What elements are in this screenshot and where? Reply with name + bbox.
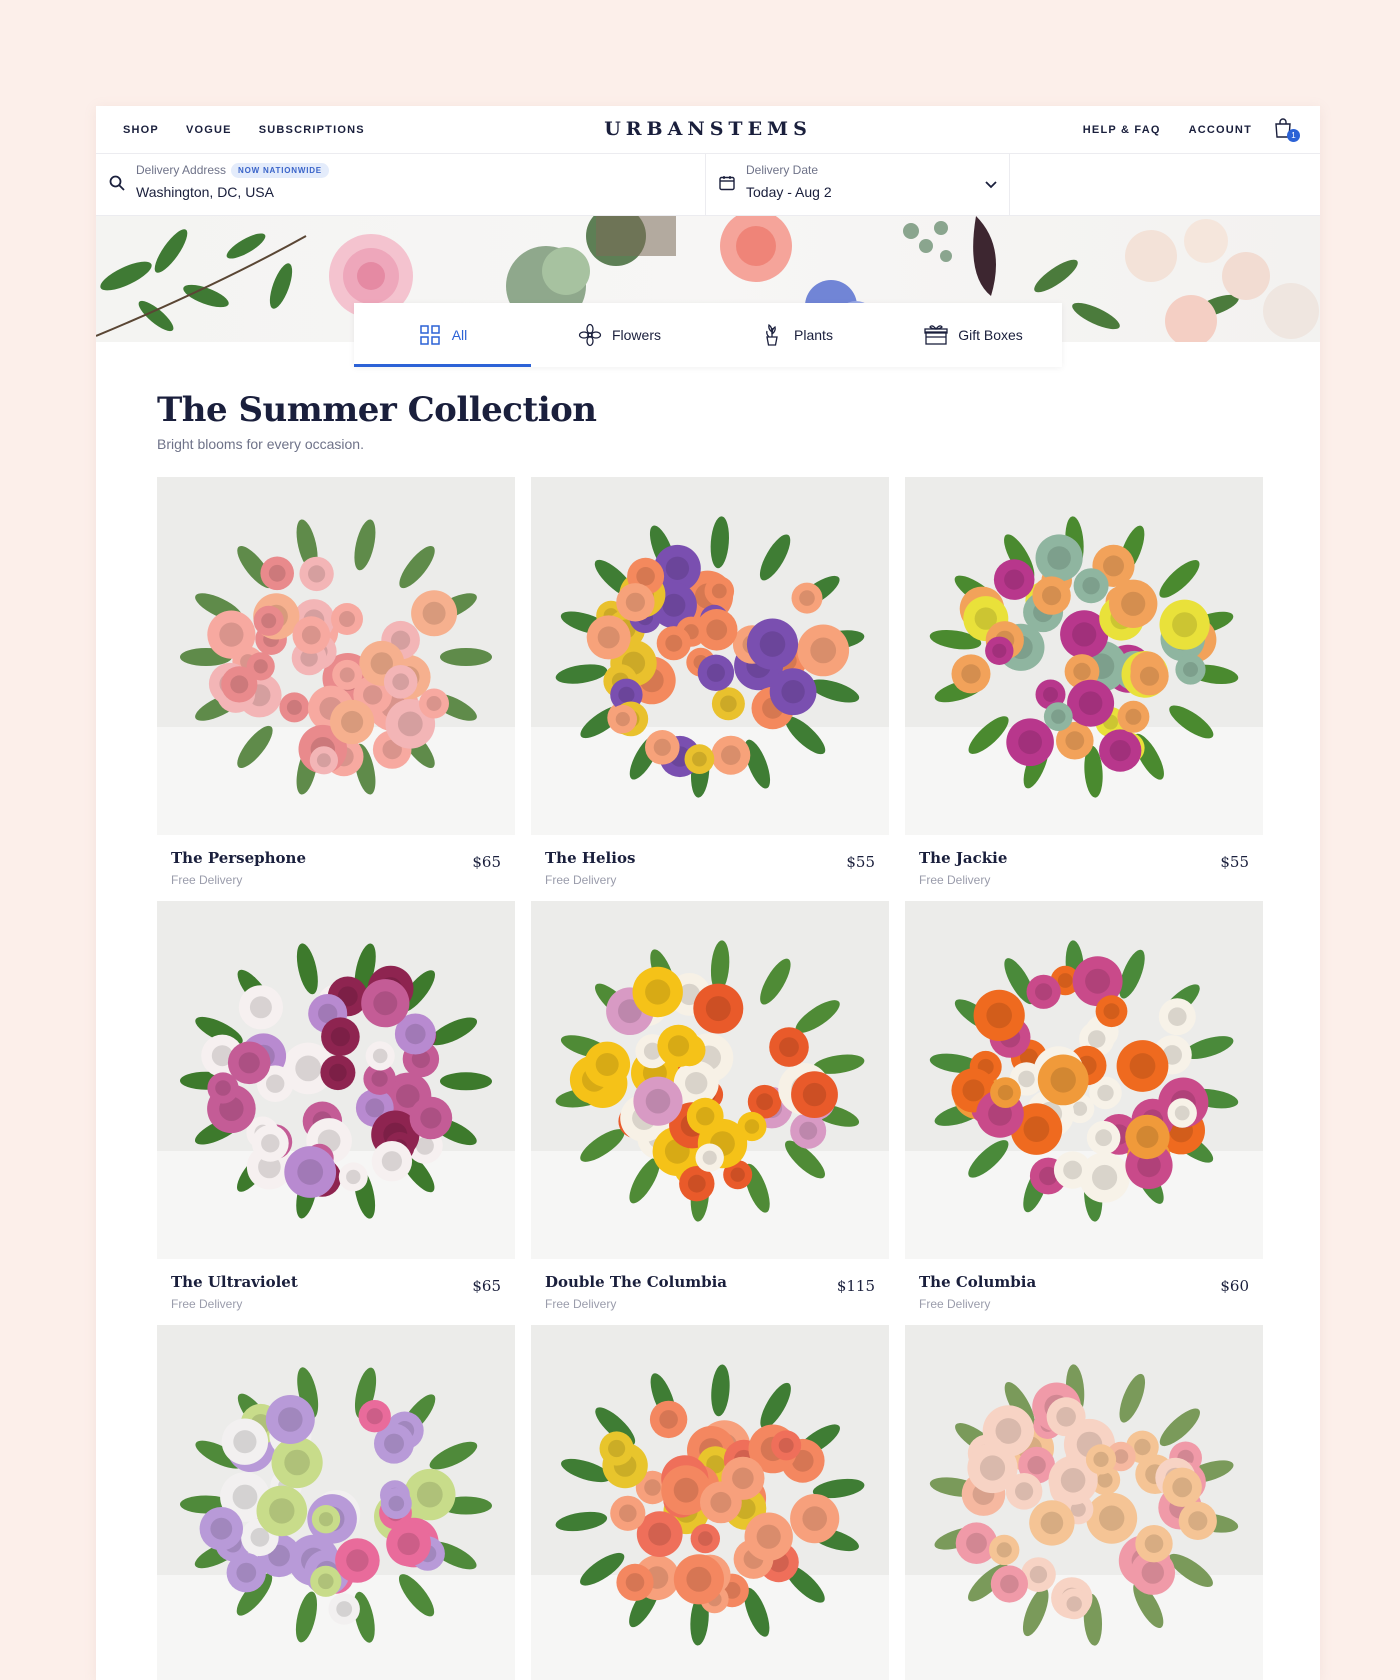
tab-flowers-label: Flowers [611, 327, 661, 343]
cart-button[interactable]: 1 [1272, 117, 1300, 143]
tab-gift-boxes[interactable]: Gift Boxes [885, 303, 1062, 367]
tab-gift-boxes-label: Gift Boxes [958, 327, 1023, 343]
tab-all[interactable]: All [354, 303, 531, 367]
collection-subtitle: Bright blooms for every occasion. [157, 436, 364, 452]
product-name[interactable]: Double The Columbia [545, 1273, 727, 1291]
product-image[interactable] [531, 1325, 889, 1680]
free-delivery-label: Free Delivery [545, 1297, 617, 1311]
product-image[interactable] [157, 477, 515, 835]
search-icon [109, 175, 125, 191]
free-delivery-label: Free Delivery [171, 1297, 243, 1311]
product-name[interactable]: The Jackie [919, 849, 1007, 867]
calendar-icon [719, 176, 735, 191]
product-image[interactable] [531, 901, 889, 1259]
delivery-address-label: Delivery Address [136, 163, 227, 177]
nationwide-badge: NOW NATIONWIDE [231, 163, 329, 178]
nav-help-faq[interactable]: HELP & FAQ [1083, 124, 1161, 136]
product-name[interactable]: The Helios [545, 849, 635, 867]
product-card[interactable] [905, 1325, 1263, 1680]
tab-flowers[interactable]: Flowers [531, 303, 708, 367]
product-price: $115 [836, 1277, 875, 1295]
nav-account[interactable]: ACCOUNT [1189, 124, 1252, 136]
delivery-date-label: Delivery Date [746, 163, 819, 177]
product-image[interactable] [531, 477, 889, 835]
product-image[interactable] [157, 1325, 515, 1680]
product-image[interactable] [905, 1325, 1263, 1680]
free-delivery-label: Free Delivery [919, 1297, 991, 1311]
collection-title: The Summer Collection [157, 390, 597, 430]
product-image[interactable] [905, 477, 1263, 835]
gift-box-icon [924, 325, 948, 345]
flower-icon [578, 323, 602, 347]
product-image[interactable] [157, 901, 515, 1259]
product-price: $60 [1220, 1277, 1249, 1295]
product-image[interactable] [905, 901, 1263, 1259]
cart-count-badge: 1 [1287, 129, 1300, 142]
product-card[interactable]: The Ultraviolet $65 Free Delivery [157, 901, 515, 1312]
nav-subscriptions[interactable]: SUBSCRIPTIONS [259, 124, 365, 136]
product-card[interactable]: The Jackie $55 Free Delivery [905, 477, 1263, 888]
product-card[interactable]: The Columbia $60 Free Delivery [905, 901, 1263, 1312]
product-card[interactable]: The Helios $55 Free Delivery [531, 477, 889, 888]
delivery-address-value[interactable]: Washington, DC, USA [136, 184, 274, 200]
free-delivery-label: Free Delivery [919, 873, 991, 887]
nav-shop[interactable]: SHOP [123, 124, 159, 136]
product-price: $55 [846, 853, 875, 871]
free-delivery-label: Free Delivery [171, 873, 243, 887]
nav-vogue[interactable]: VOGUE [186, 124, 232, 136]
product-name[interactable]: The Ultraviolet [171, 1273, 298, 1291]
nav-right: HELP & FAQ ACCOUNT [1083, 124, 1252, 136]
grid-icon [419, 325, 440, 345]
tab-plants-label: Plants [794, 327, 833, 343]
top-nav: SHOP VOGUE SUBSCRIPTIONS URBANSTEMS HELP… [96, 106, 1320, 154]
plant-icon [766, 323, 778, 346]
browser-window: SHOP VOGUE SUBSCRIPTIONS URBANSTEMS HELP… [96, 106, 1320, 1680]
product-card[interactable] [531, 1325, 889, 1680]
product-name[interactable]: The Persephone [171, 849, 306, 867]
delivery-date-value: Today - Aug 2 [746, 184, 832, 200]
tab-all-label: All [451, 327, 468, 343]
delivery-date-select[interactable]: Delivery Date Today - Aug 2 [706, 154, 1010, 216]
product-card[interactable]: The Persephone $65 Free Delivery [157, 477, 515, 888]
nav-left: SHOP VOGUE SUBSCRIPTIONS [123, 124, 365, 136]
product-price: $55 [1220, 853, 1249, 871]
product-price: $65 [472, 1277, 501, 1295]
chevron-down-icon [985, 181, 997, 189]
free-delivery-label: Free Delivery [545, 873, 617, 887]
product-card[interactable] [157, 1325, 515, 1680]
product-card[interactable]: Double The Columbia $115 Free Delivery [531, 901, 889, 1312]
product-name[interactable]: The Columbia [919, 1273, 1036, 1291]
tab-plants[interactable]: Plants [708, 303, 885, 367]
delivery-bar: Delivery Address NOW NATIONWIDE Washingt… [96, 154, 1320, 216]
category-tabs: All Flowers Plants Gift Boxes [354, 303, 1062, 367]
product-price: $65 [472, 853, 501, 871]
delivery-address-field[interactable]: Delivery Address NOW NATIONWIDE Washingt… [96, 154, 706, 216]
